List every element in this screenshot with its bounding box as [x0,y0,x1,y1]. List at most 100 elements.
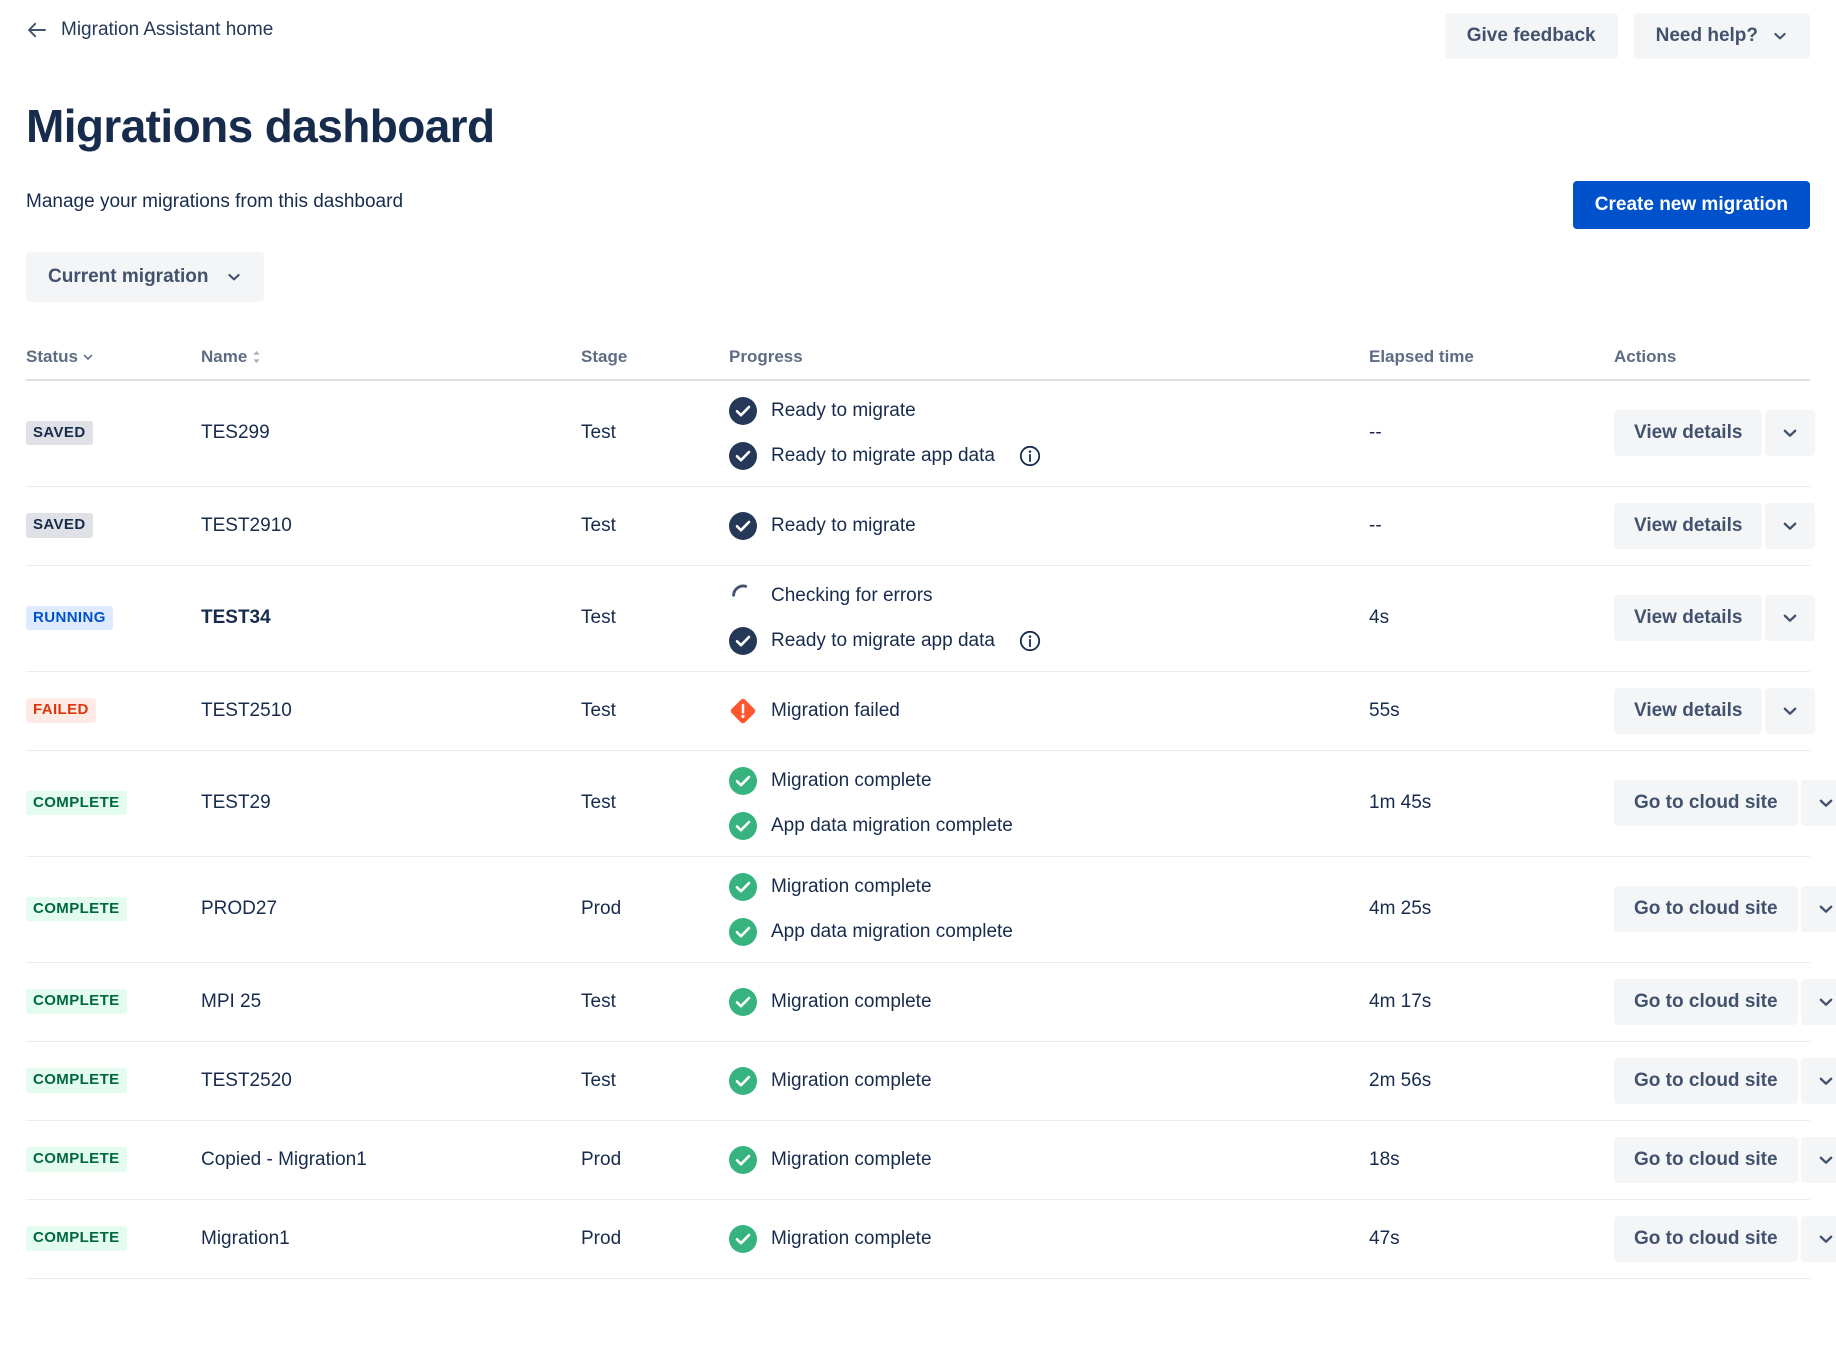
elapsed-time-value: 4m 25s [1369,898,1432,920]
cell-stage: Test [581,379,729,487]
create-new-migration-button[interactable]: Create new migration [1572,180,1810,229]
check-circle-green-icon [729,1066,757,1095]
cell-status: COMPLETE [26,1199,201,1279]
row-action-menu-button[interactable] [1765,410,1816,457]
cell-status: COMPLETE [26,856,201,963]
status-badge: RUNNING [26,605,113,631]
check-circle-navy-icon [729,441,757,470]
row-action-button[interactable]: View details [1614,595,1763,642]
progress-item: Migration complete [729,1224,1369,1253]
cell-elapsed-time: 4m 17s [1369,962,1614,1042]
cell-name: TEST29 [201,750,581,857]
cell-name: TEST2510 [201,671,581,751]
table-row[interactable]: COMPLETE Migration1 Prod Migration complete… [26,1199,1836,1279]
row-action-menu-button[interactable] [1800,886,1836,933]
row-action-menu-button[interactable] [1765,502,1816,549]
chevron-down-icon [1817,993,1835,1011]
cell-actions: View details [1614,486,1816,566]
row-action-menu-button[interactable] [1800,1215,1836,1262]
info-icon[interactable] [1019,445,1041,467]
table-row[interactable]: FAILED TEST2510 Test Migration failed 55s Vie… [26,671,1816,751]
chevron-down-icon [1817,794,1835,812]
status-badge: COMPLETE [26,1068,127,1093]
row-action-menu-button[interactable] [1765,687,1816,734]
chevron-down-icon [1772,28,1788,44]
migrations-table: Status Name Stage Progress Elapsed time … [26,346,1836,1279]
progress-item: Checking for errors [729,582,1369,610]
need-help-button[interactable]: Need help? [1633,13,1810,59]
row-action-button[interactable]: Go to cloud site [1614,1215,1798,1262]
info-icon[interactable] [1019,630,1041,652]
cell-name: TEST34 [201,565,581,672]
column-header-name-label: Name [201,346,248,366]
row-action-menu-button[interactable] [1800,1057,1836,1104]
cell-actions: Go to cloud site [1614,962,1836,1042]
status-badge: COMPLETE [26,1147,127,1172]
chevron-down-icon [82,351,94,363]
table-row[interactable]: COMPLETE PROD27 Prod Migration complete App … [26,856,1836,963]
current-migration-filter[interactable]: Current migration [26,251,265,302]
status-badge: COMPLETE [26,1226,127,1251]
migration-name: TES299 [201,422,270,444]
table-row[interactable]: RUNNING TEST34 Test Checking for errors Read… [26,565,1816,672]
row-action-button[interactable]: View details [1614,410,1763,457]
row-action-button[interactable]: Go to cloud site [1614,886,1798,933]
row-action-menu-button[interactable] [1800,1136,1836,1183]
cell-actions: Go to cloud site [1614,750,1836,857]
cell-progress: Ready to migrate [729,486,1369,566]
progress-item: App data migration complete [729,917,1369,946]
row-action-button[interactable]: Go to cloud site [1614,978,1798,1025]
row-action-menu-button[interactable] [1765,595,1816,642]
cell-name: TEST2910 [201,486,581,566]
row-action-menu-button[interactable] [1800,780,1836,827]
check-circle-green-icon [729,917,757,946]
column-header-name[interactable]: Name [201,346,581,381]
cell-status: COMPLETE [26,962,201,1042]
chevron-down-icon [1817,900,1835,918]
table-row[interactable]: SAVED TEST2910 Test Ready to migrate -- View … [26,486,1816,566]
cell-status: COMPLETE [26,1041,201,1121]
cell-name: PROD27 [201,856,581,963]
sort-updown-icon [251,349,262,365]
status-badge: SAVED [26,513,93,538]
column-header-progress: Progress [729,346,1369,381]
cell-stage: Prod [581,856,729,963]
table-row[interactable]: COMPLETE TEST29 Test Migration complete App … [26,750,1836,857]
row-action-menu-button[interactable] [1800,978,1836,1025]
row-action-button[interactable]: Go to cloud site [1614,780,1798,827]
check-circle-green-icon [729,766,757,795]
action-button-group: Go to cloud site [1614,780,1836,827]
subtitle-row: Manage your migrations from this dashboa… [26,180,1810,229]
row-action-button[interactable]: Go to cloud site [1614,1057,1798,1104]
row-action-button[interactable]: View details [1614,687,1763,734]
elapsed-time-value: 18s [1369,1148,1400,1170]
check-circle-navy-icon [729,626,757,655]
progress-label: Migration complete [771,1148,932,1170]
table-row[interactable]: COMPLETE Copied - Migration1 Prod Migration… [26,1120,1836,1200]
table-body: SAVED TES299 Test Ready to migrate Ready to … [26,379,1836,1279]
row-action-button[interactable]: View details [1614,502,1763,549]
table-row[interactable]: COMPLETE MPI 25 Test Migration complete 4m 1… [26,962,1836,1042]
column-header-status[interactable]: Status [26,346,201,381]
action-button-group: View details [1614,595,1816,642]
cell-stage: Test [581,565,729,672]
page-subtitle: Manage your migrations from this dashboa… [26,190,404,212]
table-row[interactable]: COMPLETE TEST2520 Test Migration complete 2m… [26,1041,1836,1121]
table-row[interactable]: SAVED TES299 Test Ready to migrate Ready to … [26,379,1816,487]
progress-item: Migration complete [729,1145,1369,1174]
progress-label: App data migration complete [771,920,1013,942]
column-header-actions: Actions [1614,346,1810,381]
table-header-row: Status Name Stage Progress Elapsed time … [26,346,1810,381]
give-feedback-button[interactable]: Give feedback [1444,13,1618,59]
row-action-button[interactable]: Go to cloud site [1614,1136,1798,1183]
progress-item: Ready to migrate app data [729,441,1369,470]
breadcrumb-back-link[interactable]: Migration Assistant home [26,13,273,41]
migration-name: Copied - Migration1 [201,1148,367,1170]
need-help-label: Need help? [1655,25,1758,46]
progress-item: Migration complete [729,1066,1369,1095]
top-bar: Migration Assistant home Give feedback N… [26,0,1810,59]
cell-status: SAVED [26,379,201,487]
action-button-group: Go to cloud site [1614,978,1836,1025]
stage-label: Prod [581,1227,622,1249]
give-feedback-label: Give feedback [1466,25,1596,46]
